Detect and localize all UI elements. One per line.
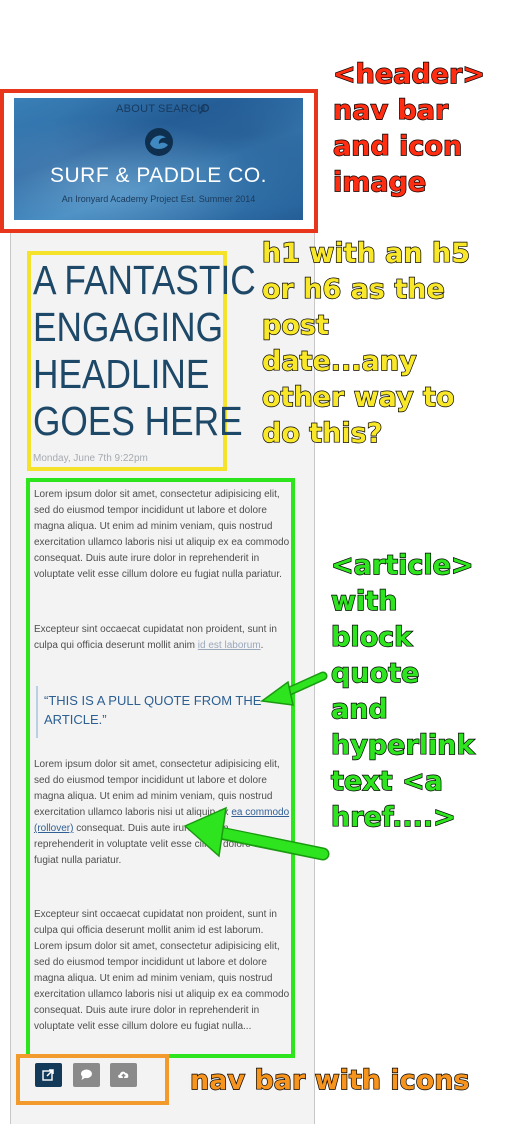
share-icon — [42, 1069, 54, 1081]
post-headline: A FANTASTIC ENGAGING HEADLINE GOES HERE — [33, 257, 256, 445]
annotation-line: h1 with an h5 — [261, 237, 470, 269]
upload-button[interactable] — [110, 1063, 137, 1087]
comment-button[interactable] — [73, 1063, 100, 1087]
header-annotation: <header> nav bar and icon image — [332, 57, 485, 201]
annotation-line: and icon — [332, 130, 463, 162]
article-paragraph-3: Lorem ipsum dolor sit amet, consectetur … — [34, 757, 290, 869]
annotation-line: href....> — [330, 801, 456, 833]
post-date: Monday, June 7th 9:22pm — [33, 453, 148, 464]
annotation-line: text <a — [330, 765, 443, 797]
annotation-line: image — [332, 166, 427, 198]
annotation-line: do this? — [261, 417, 383, 449]
article-paragraph-4: Excepteur sint occaecat cupidatat non pr… — [34, 909, 290, 1032]
headline-line: GOES HERE — [33, 398, 243, 444]
share-button[interactable] — [35, 1063, 62, 1087]
search-icon[interactable] — [198, 103, 210, 115]
annotation-line: block — [330, 621, 413, 653]
annotation-line: hyperlink — [330, 729, 475, 761]
headline-line: A FANTASTIC — [33, 257, 256, 303]
upload-cloud-icon — [118, 1071, 129, 1080]
annotation-line: date...any — [261, 345, 417, 377]
annotation-line: and — [330, 693, 388, 725]
annotation-line: <header> — [332, 58, 485, 90]
annotation-line: nav bar — [332, 94, 449, 126]
site-tagline: An Ironyard Academy Project Est. Summer … — [61, 194, 256, 204]
article-paragraph-2: Excepteur sint occaecat cupidatat non pr… — [34, 622, 290, 654]
paragraph-text: . — [260, 640, 264, 651]
icon-nav-annotation: nav bar with icons — [189, 1064, 470, 1096]
annotation-line: other way to — [261, 381, 455, 413]
site-title: SURF & PADDLE CO. — [50, 164, 267, 187]
annotation-line: quote — [330, 657, 420, 689]
annotation-line: post — [261, 309, 329, 341]
comment-icon — [81, 1069, 92, 1080]
annotation-line: with — [330, 585, 398, 617]
article-annotation: <article> with block quote and hyperlink… — [330, 548, 475, 836]
headline-line: ENGAGING — [33, 304, 224, 350]
annotation-line: <article> — [330, 549, 474, 581]
pull-quote: “THIS IS A PULL QUOTE FROM THE ARTICLE.” — [36, 686, 286, 738]
headline-annotation: h1 with an h5 or h6 as the post date...a… — [261, 236, 470, 452]
article-paragraph-1: Lorem ipsum dolor sit amet, consectetur … — [34, 489, 290, 580]
nav-about-link[interactable]: ABOUT — [116, 103, 155, 115]
headline-line: HEADLINE — [33, 351, 210, 397]
id-est-laborum-link[interactable]: id est laborum — [198, 640, 261, 651]
wave-logo-icon — [145, 128, 173, 156]
annotation-line: or h6 as the — [261, 273, 445, 305]
